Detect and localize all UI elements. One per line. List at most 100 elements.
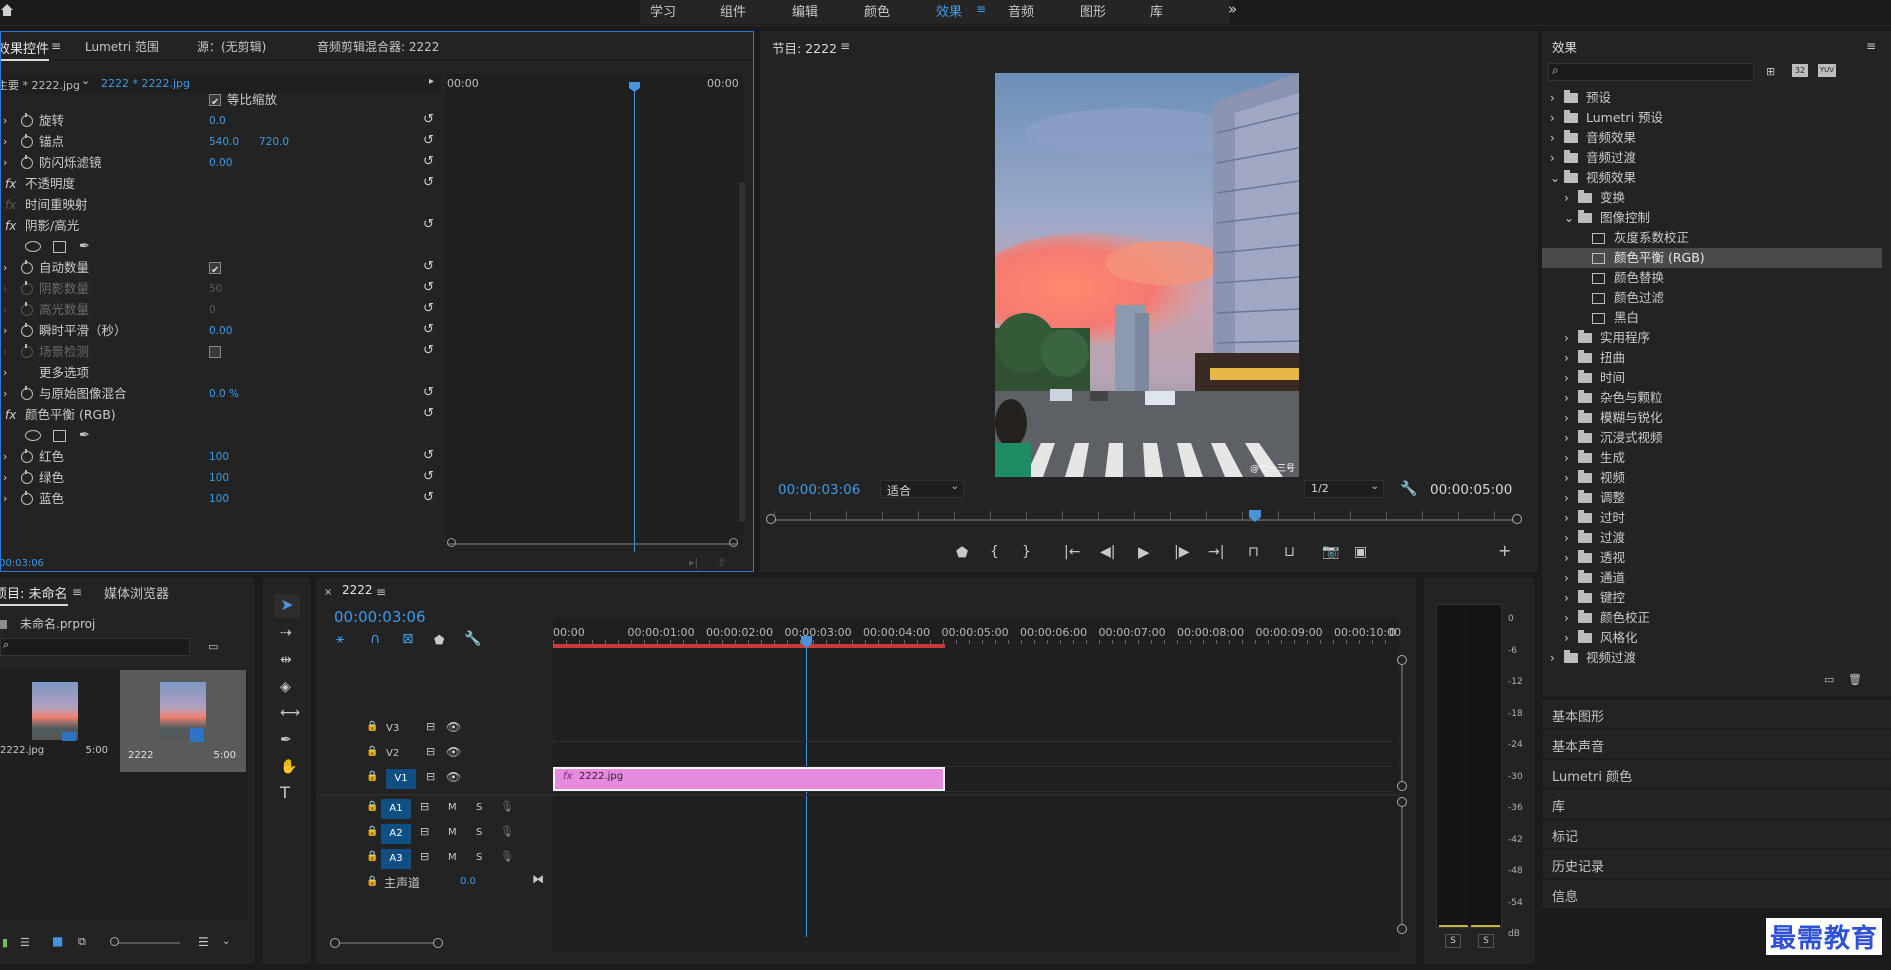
tab-lumetri-scopes[interactable]: Lumetri 范围	[85, 38, 159, 55]
expand-arrow-icon[interactable]: ›	[1564, 188, 1569, 208]
stopwatch-icon[interactable]	[21, 155, 33, 169]
program-monitor-title[interactable]: 节目: 2222	[772, 38, 837, 57]
audio-track-header[interactable]: 🔒 A3 ⊟ M S 🎙	[350, 848, 550, 870]
expand-arrow-icon[interactable]: ›	[1564, 408, 1569, 428]
stopwatch-icon[interactable]	[21, 386, 33, 400]
menu-icon[interactable]: ≡	[51, 39, 61, 53]
vscroll-bottom-handle[interactable]	[1397, 924, 1407, 934]
effects-tree-item[interactable]: › 视频过渡	[1542, 648, 1882, 668]
effects-tree-item[interactable]: › 音频效果	[1542, 128, 1882, 148]
expand-arrow-icon[interactable]: ›	[1550, 148, 1555, 168]
workspace-tab-3[interactable]: 编辑	[792, 1, 818, 20]
eye-icon[interactable]: 👁	[446, 745, 461, 759]
type-tool-icon[interactable]: T	[280, 785, 290, 801]
expand-arrow-icon[interactable]: ›	[1564, 608, 1569, 628]
yuv-effects-badge[interactable]: YUV	[1818, 64, 1836, 77]
effect-property-row[interactable]: fx 阴影/高光 ↺	[1, 216, 441, 236]
reset-icon[interactable]: ↺	[423, 110, 434, 130]
video-track-header[interactable]: 🔒 V1 ⊟ 👁	[350, 768, 550, 790]
effects-tree-item[interactable]: 颜色过滤	[1542, 288, 1882, 308]
effect-property-row[interactable]: › 绿色 100 ↺	[1, 468, 441, 488]
add-button-icon[interactable]: +	[1498, 543, 1511, 559]
mini-hscroll[interactable]	[447, 543, 737, 545]
project-search-input[interactable]: ⌕	[0, 638, 190, 656]
ellipse-mask-icon[interactable]	[25, 241, 41, 252]
solo-button[interactable]: S	[476, 827, 482, 838]
stopwatch-icon[interactable]	[21, 281, 33, 295]
clip-selector[interactable]: 2222 * 2222.jpg	[101, 77, 190, 90]
microphone-icon[interactable]: 🎙	[500, 850, 514, 863]
sync-lock-icon[interactable]: ⊟	[426, 770, 435, 783]
expand-arrow-icon[interactable]: ›	[1564, 588, 1569, 608]
freeform-view-icon[interactable]: ■	[52, 934, 63, 948]
mute-button[interactable]: M	[448, 827, 457, 838]
lock-icon[interactable]: 🔒	[366, 771, 378, 782]
eye-icon[interactable]: 👁	[446, 770, 461, 784]
expand-arrow-icon[interactable]: ›	[3, 132, 7, 152]
effects-tree-item[interactable]: › 过时	[1542, 508, 1882, 528]
comparison-view-icon[interactable]: ▣	[1354, 545, 1367, 559]
effect-property-row[interactable]: › 旋转 0.0 ↺	[1, 111, 441, 131]
pen-tool-icon[interactable]: ✒	[280, 733, 292, 747]
sync-lock-icon[interactable]: ⊟	[420, 825, 429, 838]
expand-arrow-icon[interactable]: ›	[1564, 568, 1569, 588]
workspace-tab-6[interactable]: 音频	[1008, 1, 1034, 20]
effects-tree-item[interactable]: › 通道	[1542, 568, 1882, 588]
sort-icon[interactable]: ⧉	[78, 935, 86, 949]
expand-arrow-icon[interactable]: ›	[1564, 388, 1569, 408]
effects-tree-item[interactable]: › 沉浸式视频	[1542, 428, 1882, 448]
collapsed-panel[interactable]	[1542, 790, 1891, 818]
hand-tool-icon[interactable]: ✋	[280, 760, 297, 774]
effects-tree-item[interactable]: › 模糊与锐化	[1542, 408, 1882, 428]
effects-tree-item[interactable]: › 键控	[1542, 588, 1882, 608]
effect-property-row[interactable]: › 蓝色 100 ↺	[1, 489, 441, 509]
32bit-effects-badge[interactable]: 32	[1792, 64, 1808, 77]
effects-tree-item[interactable]: ⌄ 视频效果	[1542, 168, 1882, 188]
step-back-icon[interactable]: ◀|	[1100, 545, 1115, 559]
expand-arrow-icon[interactable]: ›	[1564, 448, 1569, 468]
property-value-2[interactable]: 720.0	[259, 132, 289, 152]
effect-property-row[interactable]: › 场景检测 ↺	[1, 342, 441, 362]
expand-arrow-icon[interactable]: ›	[1550, 88, 1555, 108]
effect-property-row[interactable]: › 红色 100 ↺	[1, 447, 441, 467]
effect-property-row[interactable]: › 更多选项	[1, 363, 441, 383]
vscroll-bottom-handle[interactable]	[1397, 781, 1407, 791]
hscroll-right-handle[interactable]	[433, 938, 443, 948]
export-icon[interactable]: ⇪	[717, 556, 726, 570]
program-scrubber[interactable]	[772, 519, 1514, 521]
effects-title[interactable]: 效果	[1552, 37, 1577, 56]
tab-media-browser[interactable]: 媒体浏览器	[104, 583, 169, 602]
snap-icon[interactable]: ∩	[370, 632, 380, 646]
ripple-edit-tool-icon[interactable]: ⇹	[280, 653, 292, 667]
effect-property-row[interactable]: › 高光数量 0 ↺	[1, 300, 441, 320]
stopwatch-icon[interactable]	[21, 323, 33, 337]
effect-property-row[interactable]: ✒	[1, 426, 441, 446]
menu-icon[interactable]: ≡	[976, 2, 986, 16]
effect-property-row[interactable]: › 防闪烁滤镜 0.00 ↺	[1, 153, 441, 173]
property-value[interactable]: 100	[209, 489, 229, 509]
marker-icon[interactable]: ⬟	[434, 633, 444, 647]
menu-icon[interactable]: ≡	[376, 585, 386, 599]
property-value[interactable]: 0.0	[209, 111, 226, 131]
effects-tree-item[interactable]: › 预设	[1542, 88, 1882, 108]
program-timecode[interactable]: 00:00:03:06	[778, 482, 860, 498]
new-bin-icon[interactable]: ▭	[208, 640, 218, 654]
effect-property-row[interactable]: fx 颜色平衡 (RGB) ↺	[1, 405, 441, 425]
track-name[interactable]: V3	[386, 723, 399, 734]
hscroll-left-handle[interactable]	[330, 938, 340, 948]
expand-arrow-icon[interactable]: ›	[1564, 428, 1569, 448]
fit-dropdown[interactable]: 适合 ⌄	[880, 480, 964, 498]
menu-icon[interactable]: ≡	[840, 39, 850, 53]
nest-icon[interactable]: ⚹	[336, 632, 344, 646]
wrench-icon[interactable]: 🔧	[1400, 482, 1417, 496]
play-icon[interactable]: ▶	[1138, 545, 1150, 560]
add-marker-icon[interactable]: ⬟	[956, 546, 968, 560]
expand-arrow-icon[interactable]: ›	[1564, 348, 1569, 368]
effect-property-row[interactable]: › 瞬时平滑（秒） 0.00 ↺	[1, 321, 441, 341]
effect-property-row[interactable]: › 阴影数量 50 ↺	[1, 279, 441, 299]
master-volume-value[interactable]: 0.0	[460, 876, 476, 887]
fx-badge[interactable]: fx	[5, 216, 16, 236]
collapsed-panel[interactable]	[1542, 880, 1891, 908]
effects-tree-item[interactable]: 灰度系数校正	[1542, 228, 1882, 248]
zoom-slider-handle[interactable]	[110, 937, 119, 946]
